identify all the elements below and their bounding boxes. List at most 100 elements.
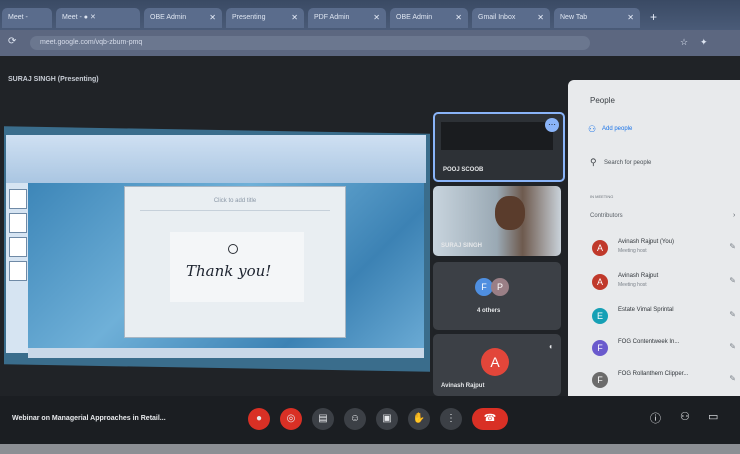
- end-call-icon: ☎: [483, 413, 497, 424]
- tab-label: Meet - ● ✕: [62, 14, 96, 21]
- info-icon[interactable]: ⓘ: [650, 410, 661, 426]
- meeting-title: Webinar on Managerial Approaches in Reta…: [12, 415, 166, 422]
- powerpoint-ribbon: [6, 135, 426, 183]
- close-tab-icon[interactable]: ✕: [291, 8, 298, 28]
- people-panel-title: People: [590, 96, 615, 105]
- tab-label: New Tab: [560, 14, 588, 21]
- present-icon: ▣: [382, 413, 392, 424]
- tab-label: Gmail Inbox: [478, 14, 516, 21]
- tab-label: OBE Admin: [150, 14, 187, 21]
- browser-tab[interactable]: OBE Admin ✕: [144, 8, 222, 28]
- browser-tab[interactable]: Gmail Inbox ✕: [472, 8, 550, 28]
- chevron-icon[interactable]: ›: [733, 212, 735, 219]
- add-people-button[interactable]: Add people: [602, 126, 632, 132]
- participant-tile[interactable]: ⋯ POOJ SCOOB: [433, 112, 565, 182]
- participant-row[interactable]: F FOG Contentweek In... ✎: [588, 334, 740, 364]
- mic-icon[interactable]: ✎: [729, 342, 736, 351]
- participant-row[interactable]: E Estate Vimal Sprintal ✎: [588, 302, 740, 332]
- more-options-button[interactable]: ⋮: [440, 408, 462, 430]
- browser-tab[interactable]: Meet -: [2, 8, 52, 28]
- url-field[interactable]: meet.google.com/vqb-zbum-pmq: [30, 36, 590, 50]
- end-call-button[interactable]: ☎: [472, 408, 508, 430]
- participant-name: SURAJ SINGH: [441, 243, 483, 249]
- browser-tab[interactable]: Presenting ✕: [226, 8, 304, 28]
- camera-off-button[interactable]: ◎: [280, 408, 302, 430]
- mic-off-icon: ●: [255, 413, 263, 424]
- avatar: F: [592, 372, 608, 388]
- avatar: E: [592, 308, 608, 324]
- close-tab-icon[interactable]: ✕: [455, 8, 462, 28]
- reload-icon[interactable]: ⟳: [8, 36, 16, 47]
- presenter-label: SURAJ SINGH (Presenting): [8, 76, 99, 83]
- more-options-icon: ⋮: [446, 413, 456, 424]
- participant-name: Avinash Rajput (You): [618, 239, 675, 245]
- close-tab-icon[interactable]: ✕: [373, 8, 380, 28]
- browser-tab[interactable]: PDF Admin ✕: [308, 8, 386, 28]
- participant-name: Avinash Rajput: [441, 383, 485, 389]
- emoji-icon: ☺: [349, 413, 361, 424]
- avatar: A: [592, 240, 608, 256]
- participant-name: FOG Contentweek In...: [618, 339, 680, 345]
- tab-label: OBE Admin: [396, 14, 433, 21]
- participant-name: POOJ SCOOB: [443, 167, 484, 173]
- avatar: A: [592, 274, 608, 290]
- participant-row[interactable]: F FOG Rollanthem Clipper... ✎: [588, 366, 740, 396]
- extensions-icon[interactable]: ✦: [700, 37, 708, 48]
- chat-icon[interactable]: ▭: [708, 410, 718, 423]
- slide-thumbnail: [9, 189, 27, 209]
- slide-thank-you-text: Thank you!: [186, 262, 272, 280]
- slide-thumbnail: [9, 237, 27, 257]
- mic-off-button[interactable]: ●: [248, 408, 270, 430]
- participant-tile[interactable]: A ◖ Avinash Rajput: [433, 334, 561, 396]
- participant-role: Meeting host: [618, 282, 647, 288]
- raise-hand-icon: ✋: [412, 413, 426, 424]
- present-button[interactable]: ▣: [376, 408, 398, 430]
- browser-tab[interactable]: OBE Admin ✕: [390, 8, 468, 28]
- slide-thumbnail: [9, 213, 27, 233]
- camera-off-icon: ◎: [286, 413, 296, 424]
- new-tab-button[interactable]: +: [650, 10, 657, 24]
- participant-role: Meeting host: [618, 248, 647, 254]
- more-options-icon[interactable]: ⋯: [545, 118, 559, 132]
- slide-title-placeholder: Click to add title: [140, 198, 330, 211]
- browser-tab-active[interactable]: Meet - ● ✕: [56, 8, 140, 28]
- section-label: IN MEETING: [590, 194, 614, 199]
- smiley-icon: [228, 244, 238, 254]
- participant-row[interactable]: A Avinash Rajput Meeting host ✎: [588, 268, 740, 298]
- slide-thumbnail: [9, 261, 27, 281]
- mic-off-icon: ◖: [548, 342, 553, 351]
- mic-icon[interactable]: ✎: [729, 242, 736, 251]
- tab-label: PDF Admin: [314, 14, 350, 21]
- participant-face: [495, 196, 525, 230]
- mic-icon[interactable]: ✎: [729, 310, 736, 319]
- participant-name: Estate Vimal Sprintal: [618, 307, 674, 313]
- participant-name: Avinash Rajput: [618, 273, 659, 279]
- add-person-icon[interactable]: ⚇: [588, 124, 596, 135]
- browser-tab[interactable]: New Tab ✕: [554, 8, 640, 28]
- search-icon: ⚲: [590, 157, 597, 167]
- contributors-header[interactable]: Contributors: [590, 213, 623, 219]
- mic-icon[interactable]: ✎: [729, 276, 736, 285]
- slide-thumbnails: [6, 183, 28, 353]
- avatar: F: [592, 340, 608, 356]
- people-icon[interactable]: ⚇: [680, 410, 690, 423]
- taskbar: [0, 444, 740, 454]
- mic-icon[interactable]: ✎: [729, 374, 736, 383]
- participant-row[interactable]: A Avinash Rajput (You) Meeting host ✎: [588, 234, 740, 264]
- powerpoint-status-bar: [28, 348, 424, 358]
- search-people-input[interactable]: Search for people: [604, 160, 651, 166]
- captions-button[interactable]: ▤: [312, 408, 334, 430]
- participant-name: FOG Rollanthem Clipper...: [618, 371, 689, 377]
- tab-label: Presenting: [232, 14, 266, 21]
- participant-video: [441, 122, 553, 150]
- raise-hand-button[interactable]: ✋: [408, 408, 430, 430]
- participant-tile[interactable]: SURAJ SINGH: [433, 186, 561, 256]
- bookmark-star-icon[interactable]: ☆: [680, 37, 688, 48]
- close-tab-icon[interactable]: ✕: [209, 8, 216, 28]
- participant-name: 4 others: [477, 308, 501, 314]
- participant-tile[interactable]: F P 4 others: [433, 262, 561, 330]
- emoji-button[interactable]: ☺: [344, 408, 366, 430]
- close-tab-icon[interactable]: ✕: [537, 8, 544, 28]
- avatar: A: [481, 348, 509, 376]
- close-tab-icon[interactable]: ✕: [627, 8, 634, 28]
